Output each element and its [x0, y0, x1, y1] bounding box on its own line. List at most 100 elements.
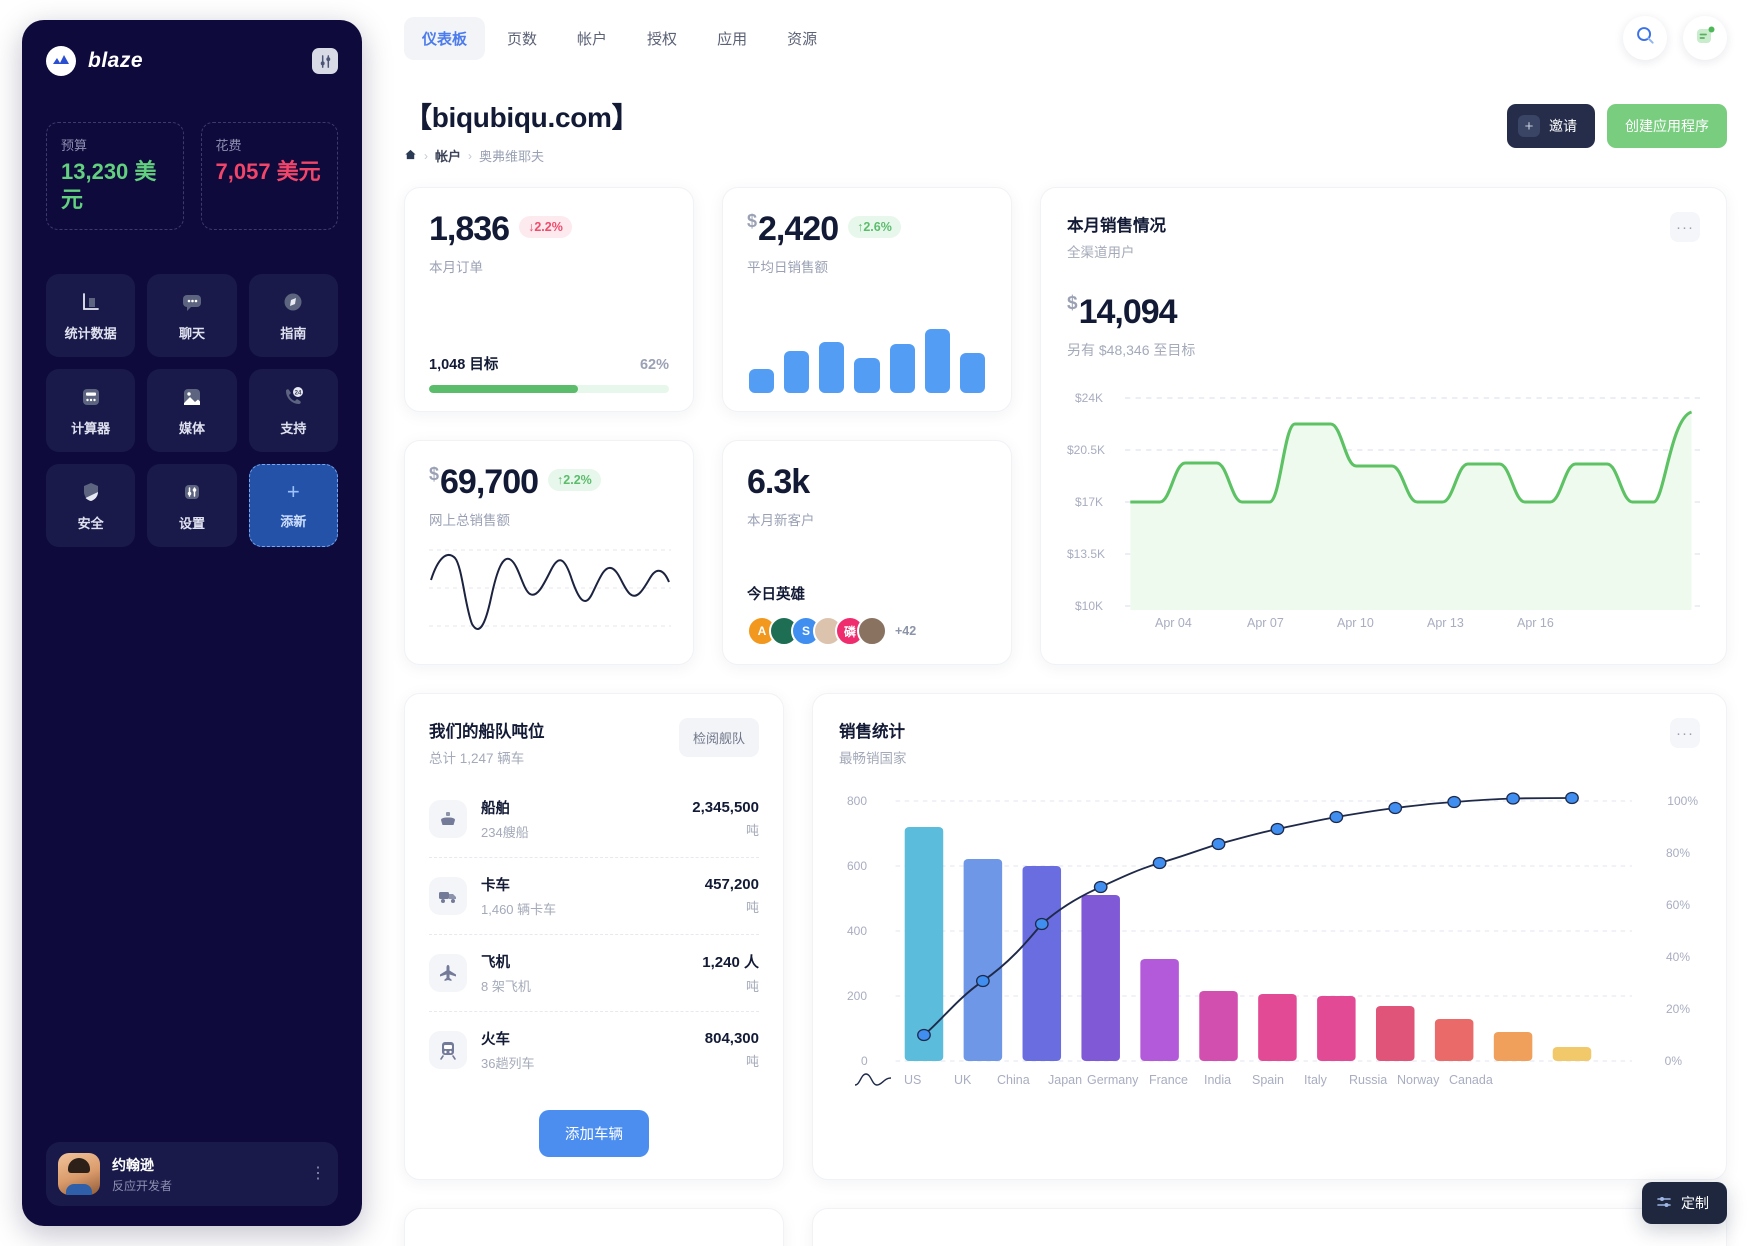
sidebar-item-add-new[interactable]: + 添新 [248, 464, 338, 547]
avg-daily-subtitle: 平均日销售额 [747, 260, 828, 275]
sidebar-item-security[interactable]: 安全 [46, 464, 136, 547]
card-title: 我们的船队吨位 [429, 723, 545, 741]
tab-authorization[interactable]: 授权 [629, 17, 695, 60]
card-subtitle: 总计 1,247 辆车 [429, 751, 525, 766]
create-app-button[interactable]: 创建应用程序 [1607, 104, 1727, 148]
x-tick-label: US [904, 1073, 922, 1087]
customize-button[interactable]: 定制 [1642, 1182, 1727, 1224]
fleet-row[interactable]: 飞机 8 架飞机 1,240 人 吨 [429, 935, 759, 1012]
kebab-menu-icon[interactable]: ⋮ [310, 1166, 326, 1182]
fleet-titles: 我们的船队吨位 总计 1,247 辆车 [429, 718, 545, 767]
avatar[interactable] [857, 616, 887, 646]
orders-goal-row: 1,048 目标 62% [429, 353, 669, 374]
budget-label: 预算 [61, 138, 88, 153]
y2-tick-label: 100% [1667, 794, 1698, 808]
sidebar-item-chat[interactable]: 聊天 [147, 274, 237, 357]
brand[interactable]: blaze [46, 46, 143, 76]
sidebar-profile[interactable]: 约翰逊 反应开发者 ⋮ [46, 1142, 338, 1206]
x-tick-label: Norway [1397, 1073, 1440, 1087]
calculator-icon [78, 384, 104, 410]
fleet-row[interactable]: 火车 36趟列车 804,300 吨 [429, 1012, 759, 1088]
compass-icon [280, 289, 306, 315]
sales-stats-card: 销售统计 最畅销国家 ··· 800 600 400 200 0 100% 80… [812, 693, 1727, 1180]
fleet-row[interactable]: 船舶 234艘船 2,345,500 吨 [429, 781, 759, 858]
card-subtitle: 全渠道用户 [1067, 245, 1135, 260]
kpi-column-1: 1,836 ↓2.2% 本月订单 1,048 目标 62% $69,700 ↑2… [404, 187, 694, 665]
online-sales-delta-badge: ↑2.2% [548, 469, 601, 491]
new-customers-card: 6.3k 本月新客户 今日英雄 A S 磷 +42 [722, 440, 1012, 665]
fleet-name: 火车 [481, 1032, 510, 1048]
avg-daily-card: $2,420 ↑2.6% 平均日销售额 [722, 187, 1012, 412]
fleet-amount: 804,300 [704, 1030, 759, 1047]
bottom-strip [404, 1208, 1727, 1246]
page-title: 【biqubiqu.com】 [404, 102, 640, 133]
avg-daily-value: $2,420 [747, 210, 839, 248]
sidebar-item-support[interactable]: 24 支持 [248, 369, 338, 452]
tab-apps[interactable]: 应用 [699, 17, 765, 60]
breadcrumb-item-current: 奥弗维耶夫 [479, 149, 545, 164]
search-button[interactable] [1623, 16, 1667, 60]
fleet-count: 1,460 辆卡车 [481, 902, 557, 917]
add-vehicle-button[interactable]: 添加车辆 [539, 1110, 649, 1157]
x-tick-label: Spain [1252, 1073, 1284, 1087]
fleet-row[interactable]: 卡车 1,460 辆卡车 457,200 吨 [429, 858, 759, 935]
sidebar-item-label: 设置 [178, 516, 205, 531]
sidebar-item-settings[interactable]: 设置 [147, 464, 237, 547]
new-customers-top: 6.3k [747, 465, 987, 499]
x-tick-label: Canada [1449, 1073, 1493, 1087]
breadcrumb-item-account[interactable]: 帐户 [435, 146, 461, 165]
svg-text:24: 24 [295, 391, 302, 397]
monthly-sales-titles: 本月销售情况 全渠道用户 [1067, 212, 1166, 261]
review-fleet-button[interactable]: 检阅舰队 [678, 718, 759, 757]
heroes-title: 今日英雄 [747, 587, 805, 603]
sidebar-item-label: 指南 [280, 326, 307, 341]
y-tick-label: 200 [847, 989, 868, 1003]
fleet-amount: 1,240 人 [702, 954, 759, 971]
sidebar-item-label: 统计数据 [64, 326, 117, 341]
y-tick-label: $17K [1075, 495, 1104, 509]
fleet-count: 234艘船 [481, 825, 529, 840]
sliders-icon[interactable] [312, 48, 338, 74]
new-customers-value: 6.3k [747, 463, 810, 501]
breadcrumb-separator: › [424, 148, 428, 163]
sales-stats-chart: 800 600 400 200 0 100% 80% 60% 40% 20% 0… [839, 785, 1700, 1115]
tab-resources[interactable]: 资源 [769, 17, 835, 60]
orders-card: 1,836 ↓2.2% 本月订单 1,048 目标 62% [404, 187, 694, 412]
budget-box: 预算 13,230 美元 [46, 122, 184, 230]
brand-name: blaze [88, 49, 144, 72]
sliders-icon [1656, 1194, 1672, 1213]
sidebar-item-calculator[interactable]: 计算器 [46, 369, 136, 452]
fleet-row-text: 火车 36趟列车 [481, 1028, 534, 1072]
header-left: 【biqubiqu.com】 › 帐户 › 奥弗维耶夫 [404, 96, 640, 165]
online-sales-value: $69,700 [429, 463, 539, 501]
sales-stats-titles: 销售统计 最畅销国家 [839, 718, 907, 767]
notes-button[interactable] [1683, 16, 1727, 60]
sidebar-item-guide[interactable]: 指南 [248, 274, 338, 357]
home-icon[interactable] [404, 148, 417, 164]
fleet-unit: 吨 [745, 1054, 759, 1069]
tab-accounts[interactable]: 帐户 [559, 17, 625, 60]
fleet-unit: 吨 [745, 900, 759, 915]
invite-button[interactable]: + 邀请 [1507, 104, 1595, 148]
sidebar-item-media[interactable]: 媒体 [147, 369, 237, 452]
minibar [854, 358, 880, 393]
y2-tick-label: 60% [1665, 898, 1690, 912]
ellipsis-icon[interactable]: ··· [1670, 212, 1700, 242]
online-sales-top: $69,700 ↑2.2% [429, 465, 669, 499]
tab-dashboard[interactable]: 仪表板 [404, 16, 486, 60]
sidebar-item-stats[interactable]: 统计数据 [46, 274, 136, 357]
tab-pages[interactable]: 页数 [489, 17, 555, 60]
fleet-row-text: 船舶 234艘船 [481, 797, 529, 841]
train-icon [429, 1031, 467, 1069]
card-subtitle: 最畅销国家 [839, 751, 907, 766]
x-tick-label: Apr 16 [1517, 616, 1554, 630]
ellipsis-icon[interactable]: ··· [1670, 718, 1700, 748]
chat-bubble-icon [179, 289, 205, 315]
sidebar-item-label: 添新 [280, 514, 307, 529]
kpi-grid: 1,836 ↓2.2% 本月订单 1,048 目标 62% $69,700 ↑2… [404, 187, 1727, 665]
breadcrumb-separator: › [468, 148, 473, 163]
fleet-row-value: 1,240 人 吨 [702, 951, 759, 995]
heroes-more-count: +42 [895, 624, 917, 638]
minibar [959, 353, 985, 393]
fleet-row-text: 卡车 1,460 辆卡车 [481, 874, 556, 918]
